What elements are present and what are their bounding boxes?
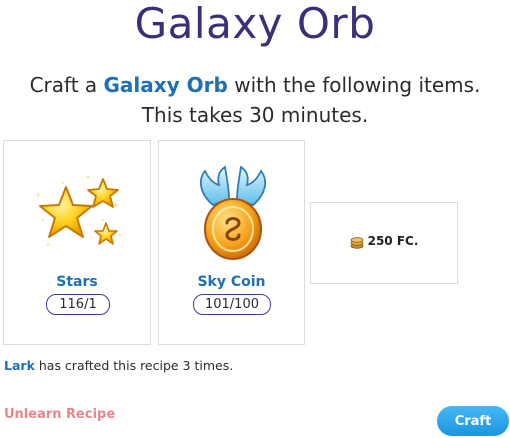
craft-fee-card: 250 FC. [310, 202, 458, 284]
ingredient-card-sky-coin: Sky Coin 101/100 [158, 140, 305, 345]
user-link[interactable]: Lark [4, 358, 35, 373]
stars-icon [36, 175, 122, 247]
crafted-count-text: Lark has crafted this recipe 3 times. [4, 358, 233, 373]
sky-coin-icon [199, 165, 267, 260]
unlearn-recipe-link[interactable]: Unlearn Recipe [4, 407, 115, 422]
description-prefix: Craft a [29, 73, 104, 97]
craft-fee: 250 FC. [311, 234, 457, 249]
page-title: Galaxy Orb [134, 0, 376, 48]
coin-stack-icon [350, 236, 363, 249]
description-item-name: Galaxy Orb [103, 73, 228, 97]
crafted-count-suffix: has crafted this recipe 3 times. [34, 358, 234, 373]
ingredient-quantity-badge: 116/1 [46, 294, 110, 315]
craft-button[interactable]: Craft [437, 406, 509, 436]
ingredient-quantity-badge: 101/100 [193, 294, 271, 315]
ingredient-name[interactable]: Sky Coin [159, 274, 304, 290]
recipe-description: Craft a Galaxy Orb with the following it… [10, 70, 500, 130]
craft-fee-amount: 250 FC. [367, 234, 419, 248]
ingredient-card-stars: Stars 116/1 [3, 140, 151, 345]
ingredient-name[interactable]: Stars [4, 274, 150, 290]
